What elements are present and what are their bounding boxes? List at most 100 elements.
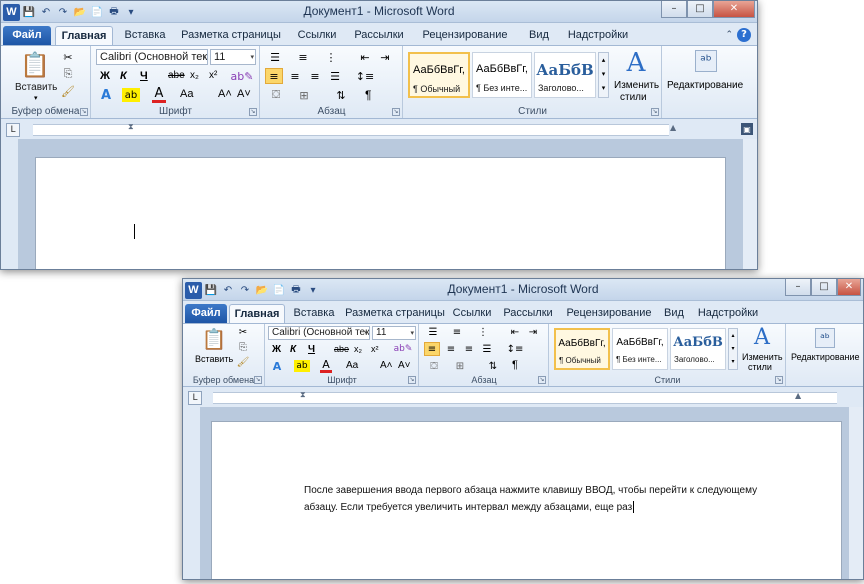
format-painter-icon[interactable]: 🖌 [61,84,75,98]
editing-button[interactable]: Редактирование [791,352,860,362]
tab-file[interactable]: Файл [185,304,227,323]
tab-review[interactable]: Рецензирование [559,304,659,323]
maximize-button[interactable]: □ [687,1,713,18]
editing-button[interactable]: Редактирование [667,80,743,91]
tab-references[interactable]: Ссылки [449,304,495,323]
bullets-icon[interactable]: ☰ [267,50,283,64]
strikethrough-button[interactable]: abe [334,344,349,354]
clipboard-launcher-icon[interactable]: ↘ [80,108,88,116]
help-icon[interactable]: ? [737,28,751,42]
paragraph-launcher-icon[interactable]: ↘ [392,108,400,116]
change-styles-icon[interactable]: A [622,48,650,78]
justify-icon[interactable]: ☰ [480,342,494,356]
vertical-scrollbar[interactable] [848,407,863,579]
close-button[interactable]: ✕ [713,1,755,18]
tab-mailings[interactable]: Рассылки [347,26,411,45]
copy-icon[interactable]: ⎘ [237,341,249,353]
sort-icon[interactable]: ⇅ [333,88,349,102]
decrease-indent-icon[interactable]: ⇤ [508,326,522,338]
superscript-button[interactable]: x² [371,344,379,354]
italic-button[interactable]: К [290,344,296,355]
tab-review[interactable]: Рецензирование [413,26,517,45]
close-button[interactable]: ✕ [837,279,861,296]
bold-button[interactable]: Ж [100,70,110,82]
tab-addins[interactable]: Надстройки [561,26,635,45]
document-page[interactable] [35,157,726,269]
highlight-icon[interactable]: ab [294,360,310,372]
indent-marker-icon[interactable]: ⧗ [300,390,306,400]
chevron-down-icon[interactable]: ▾ [364,328,368,339]
font-name-combo[interactable]: Calibri (Основной тек ▾ [268,326,370,340]
style-normal-tile[interactable]: АаБбВвГг, ¶ Обычный [408,52,470,98]
shrink-font-button[interactable]: A˅ [398,360,411,371]
ruler-strip[interactable] [213,392,837,404]
paragraph-launcher-icon[interactable]: ↘ [538,376,546,384]
numbering-icon[interactable]: ≡ [450,326,464,338]
superscript-button[interactable]: x² [209,70,217,81]
align-right-icon[interactable]: ≡ [307,68,323,84]
strikethrough-button[interactable]: abe [168,70,185,81]
tab-home[interactable]: Главная [55,26,113,45]
subscript-button[interactable]: x₂ [354,344,362,354]
font-name-combo[interactable]: Calibri (Основной тек ▾ [96,49,208,65]
styles-launcher-icon[interactable]: ↘ [651,108,659,116]
style-normal-tile[interactable]: АаБбВвГг, ¶ Обычный [554,328,610,370]
right-indent-icon[interactable]: ▲ [670,123,676,132]
tab-references[interactable]: Ссылки [289,26,345,45]
numbering-icon[interactable]: ≡ [295,50,311,64]
show-formatting-button[interactable]: ¶ [512,359,518,371]
font-launcher-icon[interactable]: ↘ [249,108,257,116]
chevron-down-icon[interactable]: ▾ [410,328,414,339]
change-styles-label-2[interactable]: стили [748,362,772,372]
align-left-icon[interactable]: ≡ [424,342,440,356]
tab-home[interactable]: Главная [229,304,285,323]
tab-mailings[interactable]: Рассылки [499,304,557,323]
copy-icon[interactable]: ⎘ [61,67,75,81]
cut-icon[interactable]: ✂ [61,50,75,64]
font-launcher-icon[interactable]: ↘ [408,376,416,384]
sort-icon[interactable]: ⇅ [486,360,500,372]
styles-launcher-icon[interactable]: ↘ [775,376,783,384]
text-effects-icon[interactable]: A [98,88,114,103]
italic-button[interactable]: К [120,70,127,82]
tab-view[interactable]: Вид [519,26,559,45]
style-nospacing-tile[interactable]: АаБбВвГг, ¶ Без инте... [472,52,532,98]
increase-indent-icon[interactable]: ⇥ [377,50,393,64]
cut-icon[interactable]: ✂ [237,326,249,338]
view-ruler-icon[interactable]: ▣ [741,123,753,135]
shrink-font-button[interactable]: A˅ [237,88,251,100]
multilevel-list-icon[interactable]: ⋮ [476,326,490,338]
style-heading-tile[interactable]: АаБбВ Заголово... [534,52,596,98]
change-styles-label-1[interactable]: Изменить [614,80,659,91]
tab-file[interactable]: Файл [3,26,51,45]
right-indent-icon[interactable]: ▲ [795,391,801,400]
align-right-icon[interactable]: ≡ [462,342,476,356]
maximize-button[interactable]: □ [811,279,837,296]
tab-layout[interactable]: Разметка страницы [177,26,285,45]
line-spacing-icon[interactable]: ↕≡ [506,342,524,356]
clear-formatting-icon[interactable]: ab✎ [231,69,254,83]
tab-selector-icon[interactable]: L [6,123,20,137]
font-color-icon[interactable]: A [320,358,332,373]
grow-font-button[interactable]: A˄ [218,88,232,100]
chevron-down-icon[interactable]: ▾ [250,51,254,64]
justify-icon[interactable]: ☰ [327,68,343,84]
minimize-button[interactable]: – [661,1,687,18]
paste-icon[interactable]: 📋 [201,326,227,352]
tab-view[interactable]: Вид [659,304,689,323]
paste-icon[interactable]: 📋 [20,50,50,80]
tab-layout[interactable]: Разметка страницы [343,304,447,323]
text-effects-icon[interactable]: A [270,360,284,373]
find-replace-icon[interactable]: ᵃᵇ [695,50,717,72]
bold-button[interactable]: Ж [272,344,281,355]
subscript-button[interactable]: x₂ [190,70,199,81]
align-center-icon[interactable]: ≡ [287,68,303,84]
paste-dropdown-icon[interactable]: ▾ [34,94,38,102]
style-heading-tile[interactable]: АаБбВ Заголово... [670,328,726,370]
font-color-icon[interactable]: A [152,86,166,103]
paste-button[interactable]: Вставить [195,354,233,364]
bullets-icon[interactable]: ☰ [426,326,440,338]
minimize-ribbon-icon[interactable]: ⌃ [725,30,733,40]
show-formatting-button[interactable]: ¶ [365,88,371,102]
change-case-button[interactable]: Aa [346,360,358,371]
